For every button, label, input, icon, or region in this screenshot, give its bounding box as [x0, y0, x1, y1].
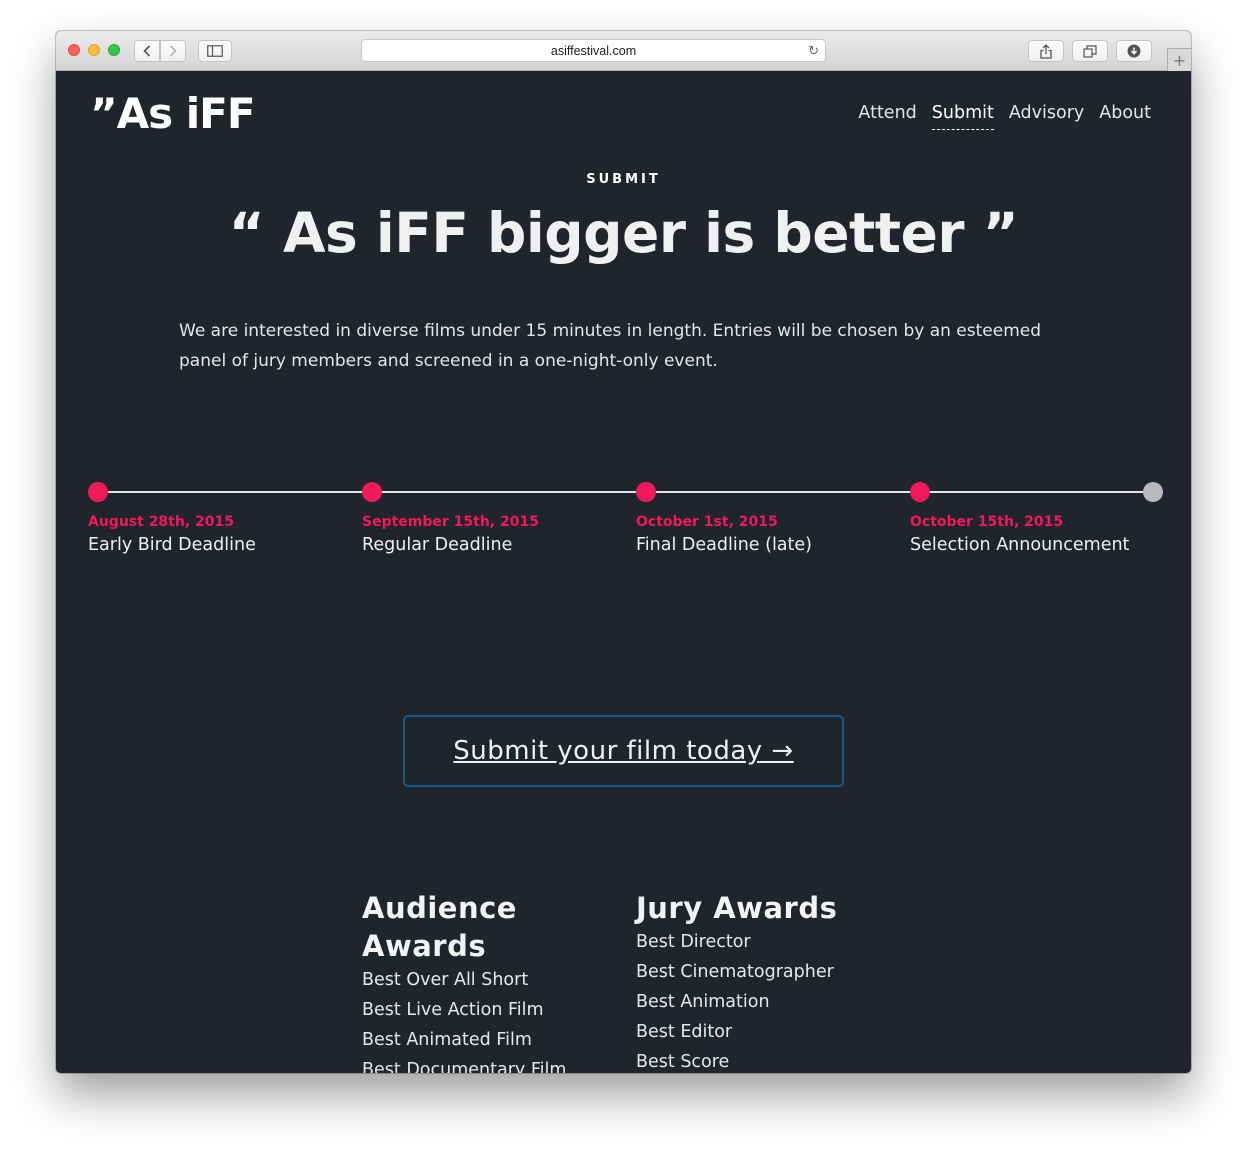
timeline-item-regular: September 15th, 2015 Regular Deadline: [362, 513, 632, 557]
nav-item-advisory[interactable]: Advisory: [1009, 103, 1084, 130]
new-tab-button[interactable]: +: [1167, 48, 1191, 71]
back-button[interactable]: [134, 40, 160, 62]
timeline-marker: [362, 482, 382, 502]
section-eyebrow: SUBMIT: [586, 172, 661, 187]
list-item: Best Score: [636, 1052, 730, 1072]
timeline-end-marker: [1143, 482, 1163, 502]
timeline-label: Regular Deadline: [362, 535, 513, 555]
list-item: Best Live Action Film: [362, 1000, 544, 1020]
audience-awards-section: Audience Awards Best Over All Short Best…: [362, 889, 592, 1073]
chevron-right-icon: [169, 45, 177, 57]
timeline-label: Early Bird Deadline: [88, 535, 256, 555]
page-content: ”As iFF Attend Submit Advisory About SUB…: [56, 71, 1191, 1073]
list-item: Best Editor: [636, 1022, 733, 1042]
timeline-marker: [636, 482, 656, 502]
browser-toolbar: asiffestival.com ↻ +: [56, 31, 1191, 71]
browser-window: asiffestival.com ↻ + ”As iFF Attend Subm…: [56, 31, 1191, 1073]
sidebar-icon: [207, 45, 223, 57]
list-item: Best Animated Film: [362, 1030, 532, 1050]
share-button[interactable]: [1028, 40, 1064, 62]
timeline-label: Final Deadline (late): [636, 535, 812, 555]
forward-button[interactable]: [160, 40, 186, 62]
audience-awards-list: Best Over All Short Best Live Action Fil…: [362, 965, 592, 1073]
submit-film-button[interactable]: Submit your film today →: [403, 715, 844, 787]
sidebar-toggle-button[interactable]: [198, 40, 232, 62]
timeline-date: October 1st, 2015: [636, 514, 778, 530]
page-headline: “ As iFF bigger is better ”: [228, 201, 1019, 265]
address-bar[interactable]: asiffestival.com ↻: [361, 39, 826, 62]
nav-item-attend[interactable]: Attend: [858, 103, 916, 130]
timeline-date: October 15th, 2015: [910, 514, 1064, 530]
downloads-button[interactable]: [1116, 40, 1152, 62]
jury-awards-title: Jury Awards: [636, 891, 838, 925]
reload-icon[interactable]: ↻: [808, 43, 819, 59]
show-tabs-button[interactable]: [1072, 40, 1108, 62]
minimize-window-button[interactable]: [88, 44, 100, 56]
main-nav: Attend Submit Advisory About: [858, 103, 1151, 130]
timeline-marker: [88, 482, 108, 502]
close-window-button[interactable]: [68, 44, 80, 56]
chevron-left-icon: [143, 45, 151, 57]
timeline-marker: [910, 482, 930, 502]
list-item: Best Over All Short: [362, 970, 529, 990]
timeline-item-early-bird: August 28th, 2015 Early Bird Deadline: [88, 513, 358, 557]
url-text: asiffestival.com: [550, 43, 637, 58]
timeline-label: Selection Announcement: [910, 535, 1130, 555]
timeline-date: September 15th, 2015: [362, 514, 539, 530]
nav-item-about[interactable]: About: [1099, 103, 1151, 130]
timeline-date: August 28th, 2015: [88, 514, 234, 530]
audience-awards-title: Audience Awards: [362, 891, 517, 963]
jury-awards-section: Jury Awards Best Director Best Cinematog…: [636, 889, 896, 1073]
jury-awards-list: Best Director Best Cinematographer Best …: [636, 927, 896, 1073]
nav-item-submit[interactable]: Submit: [931, 103, 994, 130]
intro-paragraph: We are interested in diverse films under…: [179, 321, 1042, 371]
timeline-track: [97, 491, 1153, 493]
site-logo[interactable]: ”As iFF: [90, 93, 256, 135]
timeline-item-final: October 1st, 2015 Final Deadline (late): [636, 513, 906, 557]
list-item: Best Documentary Film: [362, 1060, 567, 1073]
download-icon: [1127, 44, 1141, 58]
timeline-item-selection: October 15th, 2015 Selection Announcemen…: [910, 513, 1180, 557]
share-icon: [1040, 43, 1052, 59]
tabs-icon: [1083, 44, 1097, 58]
list-item: Best Director: [636, 932, 751, 952]
list-item: Best Cinematographer: [636, 962, 834, 982]
maximize-window-button[interactable]: [108, 44, 120, 56]
list-item: Best Animation: [636, 992, 770, 1012]
